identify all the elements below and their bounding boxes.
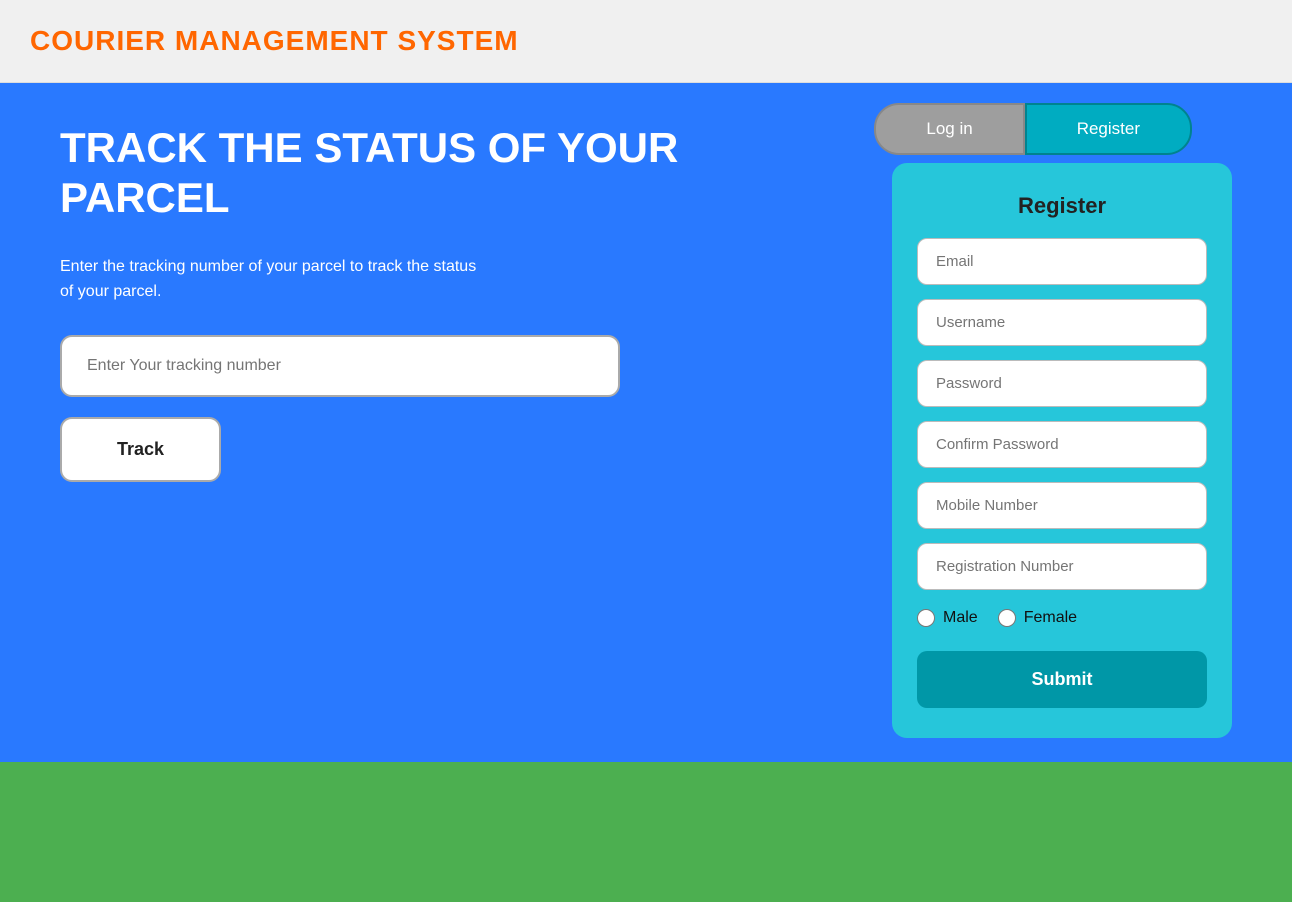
register-title: Register — [917, 193, 1207, 219]
app-title: COURIER MANAGEMENT SYSTEM — [30, 25, 519, 57]
header: COURIER MANAGEMENT SYSTEM — [0, 0, 1292, 83]
gender-male-label: Male — [943, 609, 978, 627]
register-panel: Register Male Female Submit — [892, 163, 1232, 738]
gender-male-option[interactable]: Male — [917, 609, 978, 627]
track-button[interactable]: Track — [60, 417, 221, 482]
password-field[interactable] — [917, 360, 1207, 407]
gender-female-label: Female — [1024, 609, 1077, 627]
email-field[interactable] — [917, 238, 1207, 285]
hero-title: TRACK THE STATUS OF YOUR PARCEL — [60, 123, 760, 224]
submit-button[interactable]: Submit — [917, 651, 1207, 708]
gender-female-option[interactable]: Female — [998, 609, 1077, 627]
blue-area: Log in Register TRACK THE STATUS OF YOUR… — [0, 83, 1292, 762]
auth-tabs: Log in Register — [874, 103, 1192, 155]
username-field[interactable] — [917, 299, 1207, 346]
mobile-number-field[interactable] — [917, 482, 1207, 529]
confirm-password-field[interactable] — [917, 421, 1207, 468]
main-content: Log in Register TRACK THE STATUS OF YOUR… — [0, 83, 1292, 902]
gender-male-radio[interactable] — [917, 609, 935, 627]
green-footer — [0, 762, 1292, 902]
left-content: TRACK THE STATUS OF YOUR PARCEL Enter th… — [60, 123, 760, 482]
hero-description: Enter the tracking number of your parcel… — [60, 254, 490, 305]
registration-number-field[interactable] — [917, 543, 1207, 590]
tab-login[interactable]: Log in — [874, 103, 1024, 155]
tab-register[interactable]: Register — [1025, 103, 1192, 155]
gender-row: Male Female — [917, 604, 1207, 632]
tracking-number-input[interactable] — [60, 335, 620, 397]
gender-female-radio[interactable] — [998, 609, 1016, 627]
